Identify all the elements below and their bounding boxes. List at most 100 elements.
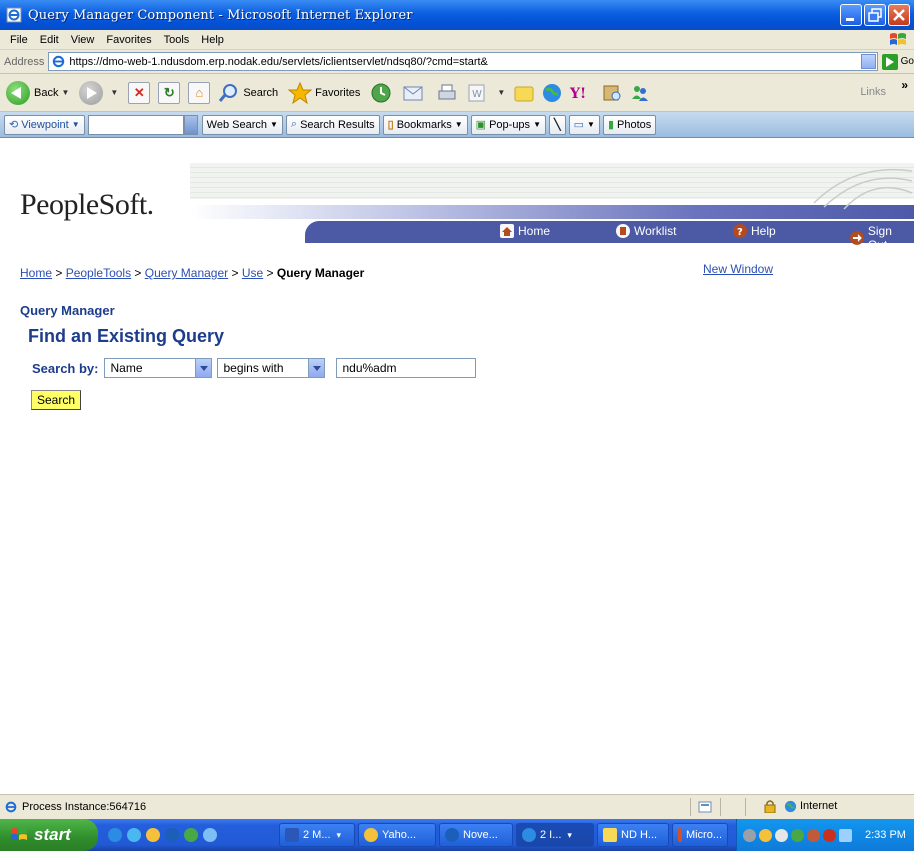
edit-dropdown-icon[interactable]: ▼ [497,88,505,97]
menu-file[interactable]: File [4,34,34,46]
folder-icon[interactable] [513,82,535,104]
search-button-toolbar[interactable]: Search [218,82,278,104]
zone-label: Internet [800,800,838,812]
highlight-button[interactable]: ╲ [548,114,566,135]
close-button[interactable] [888,4,910,26]
breadcrumb-query-manager-link[interactable]: Query Manager [145,266,228,280]
breadcrumb-use-link[interactable]: Use [242,266,263,280]
search-results-button[interactable]: ⌕ Search Results [285,114,380,135]
tray-shield-icon[interactable] [743,828,756,842]
task-word[interactable]: 2 M... ▾ [279,823,355,847]
media-quicklaunch-icon[interactable] [184,828,198,842]
tray-display-icon[interactable] [839,828,852,842]
minimize-button[interactable] [840,4,862,26]
mail-icon[interactable] [402,82,428,104]
start-button[interactable]: start [0,819,98,851]
research-icon[interactable] [601,82,623,104]
globe-icon[interactable] [541,82,563,104]
breadcrumb-peopletools-link[interactable]: PeopleTools [66,266,131,280]
viewpoint-search-dropdown-button[interactable] [183,114,198,135]
messenger-icon[interactable] [629,82,651,104]
stop-button[interactable]: ✕ [128,81,151,104]
print-icon[interactable] [436,82,458,104]
maximize-button[interactable] [864,4,886,26]
popups-button[interactable]: ▣ Pop-ups ▼ [470,114,546,135]
tray-network-icon[interactable] [807,828,820,842]
window-title-bar[interactable]: Query Manager Component - Microsoft Inte… [0,0,914,30]
search-button[interactable]: Search [31,390,82,410]
window-icon: ▭ [573,119,585,131]
ie-quicklaunch-icon[interactable] [108,828,122,842]
address-input[interactable]: https://dmo-web-1.ndusdom.erp.nodak.edu/… [48,52,878,71]
menu-edit[interactable]: Edit [34,34,65,46]
breadcrumb-home-link[interactable]: Home [20,266,52,280]
status-text: Process Instance:564716 [22,801,147,813]
tray-novell-icon[interactable] [823,828,836,842]
window-options-button[interactable]: ▭ ▼ [568,114,600,135]
history-icon[interactable] [370,82,392,104]
breadcrumb-current: Query Manager [276,266,365,280]
task-microsoft[interactable]: Micro... [672,823,728,847]
netscape-quicklaunch-icon[interactable] [165,828,179,842]
task-internet-explorer[interactable]: 2 I... ▾ [516,823,594,847]
back-dropdown-icon[interactable]: ▼ [61,88,69,97]
go-button[interactable]: Go [881,53,914,70]
yahoo-icon[interactable]: Y! [569,82,595,104]
home-button[interactable]: ⌂ [188,81,211,104]
header-swoosh-graphic [813,168,913,210]
tray-messenger-icon[interactable] [759,828,772,842]
viewpoint-search-input[interactable] [87,114,184,135]
page-title: Query Manager [20,303,115,318]
svg-text:Y!: Y! [569,86,586,102]
nav-help-link[interactable]: ? Help [733,224,776,238]
task-folder[interactable]: ND H... [597,823,669,847]
minimize-icon [846,18,854,21]
chevron-down-icon[interactable] [195,359,212,377]
desktop-quicklaunch-icon[interactable] [203,828,217,842]
refresh-button[interactable]: ↻ [158,81,181,104]
web-search-button[interactable]: Web Search ▼ [201,114,283,135]
search-by-select[interactable]: Name [104,358,213,378]
search-text-value: ndu%adm [342,361,397,375]
outlook-quicklaunch-icon[interactable] [127,828,141,842]
nav-home-link[interactable]: Home [500,224,550,238]
address-dropdown-button[interactable] [860,54,876,69]
nav-signout-link[interactable]: Sign Out [850,224,914,252]
breadcrumb-separator: > [52,266,66,280]
operator-select[interactable]: begins with [217,358,326,378]
task-novell[interactable]: Nove... [439,823,513,847]
photos-button[interactable]: ▮ Photos [602,114,657,135]
messenger-quicklaunch-icon[interactable] [146,828,160,842]
links-label[interactable]: Links [860,86,886,98]
bookmarks-button[interactable]: ▯ Bookmarks ▼ [382,114,468,135]
browser-page: PeopleSoft. Home Worklist ? Help Sign Ou… [0,138,914,794]
toolbar-overflow-chevron-icon[interactable]: » [901,78,908,92]
menu-help[interactable]: Help [195,34,230,46]
tray-sound-icon[interactable] [775,828,788,842]
nav-worklist-link[interactable]: Worklist [616,224,676,238]
peoplesoft-logo: PeopleSoft. [20,188,154,221]
viewpoint-menu-button[interactable]: ⟲ Viewpoint ▼ [4,114,85,135]
status-bar: Process Instance:564716 Internet [0,794,914,819]
task-yahoo[interactable]: Yaho... [358,823,436,847]
back-button[interactable]: Back ▼ [6,80,69,105]
search-criteria-row: Search by: Name begins with ndu%adm [32,358,477,378]
security-zone: Internet [764,799,837,813]
forward-button[interactable]: ▼ [79,80,118,105]
menu-favorites[interactable]: Favorites [100,34,157,46]
search-by-value: Name [110,361,143,375]
search-icon [219,83,238,102]
favorites-button[interactable]: Favorites [288,81,361,104]
new-window-link[interactable]: New Window [703,262,773,276]
favorites-label: Favorites [315,86,361,99]
search-text-input[interactable]: ndu%adm [336,358,477,378]
menu-view[interactable]: View [65,34,101,46]
popups-label: Pop-ups [489,118,531,131]
status-divider [745,798,746,816]
chevron-down-icon[interactable] [308,359,325,377]
forward-dropdown-icon[interactable]: ▼ [110,88,118,97]
tray-users-icon[interactable] [791,828,804,842]
edit-word-icon[interactable]: W [466,82,488,104]
section-title: Find an Existing Query [28,326,225,346]
menu-tools[interactable]: Tools [158,34,196,46]
